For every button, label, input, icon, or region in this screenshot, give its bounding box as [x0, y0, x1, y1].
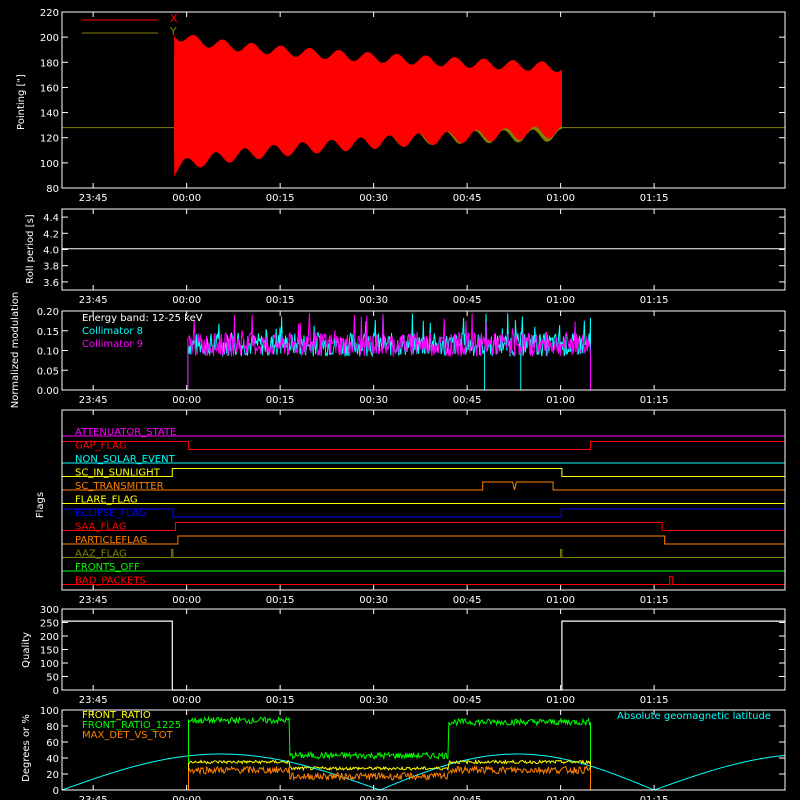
- quality-ytick-label: 100: [40, 659, 59, 670]
- roll-ytick-label: 4.0: [43, 246, 59, 257]
- pointing-xtick-label: 00:30: [359, 193, 388, 204]
- pointing-xtick-label: 01:00: [546, 193, 575, 204]
- flags-xtick-label: 00:30: [359, 595, 388, 606]
- flags-xtick-label: 01:15: [640, 595, 669, 606]
- legend-collimator9-label: Collimator 9: [82, 339, 143, 350]
- flag-label: GAP_FLAG: [75, 441, 127, 452]
- pointing-ytick-label: 120: [40, 134, 59, 145]
- flag-label: SC_IN_SUNLIGHT: [75, 468, 161, 479]
- roll-xtick-label: 23:45: [79, 295, 108, 306]
- pointing-xtick-label: 01:15: [640, 193, 669, 204]
- flags-xtick-label: 23:45: [79, 595, 108, 606]
- pointing-ytick-label: 200: [40, 33, 59, 44]
- quality-ytick-label: 250: [40, 619, 59, 630]
- ratios-xtick-label: 23:45: [79, 795, 108, 800]
- quality-xtick-label: 00:15: [266, 695, 295, 706]
- pointing-ytick-label: 100: [40, 159, 59, 170]
- figure: 23:45 00:00 00:15 00:30 00:45 01:00 01:15 80 100…: [0, 0, 800, 800]
- ratios-xtick-label: 00:15: [266, 795, 295, 800]
- quality-ytick-label: 300: [40, 605, 59, 616]
- flag-label: SAA_FLAG: [75, 522, 126, 533]
- pointing-ylabel: Pointing ["]: [16, 74, 27, 130]
- flags-xtick-label: 00:00: [172, 595, 201, 606]
- legend-y-label: Y: [169, 25, 177, 38]
- ratios-ytick-label: 20: [46, 770, 59, 781]
- modulation-xtick-label: 00:00: [172, 395, 201, 406]
- roll-xtick-label: 01:00: [546, 295, 575, 306]
- quality-ytick-label: 200: [40, 632, 59, 643]
- quality-ytick-label: 50: [46, 673, 59, 684]
- quality-ylabel: Quality: [21, 632, 32, 668]
- modulation-ytick-label: 0.00: [37, 386, 59, 397]
- ratios-xtick-label: 00:45: [453, 795, 482, 800]
- roll-xtick-label: 00:15: [266, 295, 295, 306]
- roll-ytick-label: 3.8: [43, 262, 59, 273]
- ratios-ytick-label: 60: [46, 738, 59, 749]
- flag-label: AAZ_FLAG: [75, 549, 127, 560]
- pointing-ytick-label: 80: [46, 184, 59, 195]
- flag-label: FRONTS_OFF: [75, 562, 140, 573]
- ratios-ytick-label: 0: [53, 786, 59, 797]
- quality-ytick-label: 150: [40, 646, 59, 657]
- quality-ytick-label: 0: [53, 686, 59, 697]
- pointing-xtick-label: 00:00: [172, 193, 201, 204]
- flag-label: SC_TRANSMITTER: [75, 481, 164, 492]
- ratios-ytick-label: 100: [40, 706, 59, 717]
- pointing-xtick-label: 00:45: [453, 193, 482, 204]
- quality-xtick-label: 00:30: [359, 695, 388, 706]
- flag-label: FLARE_FLAG: [75, 495, 138, 506]
- roll-ytick-label: 4.2: [43, 229, 59, 240]
- modulation-xtick-label: 23:45: [79, 395, 108, 406]
- modulation-ytick-label: 0.15: [37, 327, 59, 338]
- ratios-ytick-label: 80: [46, 722, 59, 733]
- ratios-ylabel: Degrees or %: [21, 714, 32, 782]
- modulation-annotation: Energy band: 12-25 keV: [82, 313, 203, 324]
- ratios-xtick-label: 00:30: [359, 795, 388, 800]
- flags-xtick-label: 00:15: [266, 595, 295, 606]
- ratios-xtick-label: 00:00: [172, 795, 201, 800]
- modulation-ytick-label: 0.10: [37, 347, 59, 358]
- quality-xtick-label: 00:45: [453, 695, 482, 706]
- legend-max-det: MAX_DET_VS_TOT: [82, 730, 174, 741]
- quality-xtick-label: 00:00: [172, 695, 201, 706]
- legend-x-label: X: [170, 12, 178, 25]
- modulation-ytick-label: 0.20: [37, 307, 59, 318]
- ratios-xtick-label: 01:00: [546, 795, 575, 800]
- pointing-ytick-label: 180: [40, 58, 59, 69]
- flags-xtick-label: 01:00: [546, 595, 575, 606]
- roll-ytick-label: 4.4: [43, 213, 59, 224]
- legend-geomagnetic: Absolute geomagnetic latitude: [617, 711, 771, 722]
- quality-xtick-label: 01:00: [546, 695, 575, 706]
- flag-label: ATTENUATOR_STATE: [75, 427, 176, 438]
- flag-label: BAD_PACKETS: [75, 576, 146, 587]
- modulation-xtick-label: 00:45: [453, 395, 482, 406]
- modulation-ytick-label: 0.05: [37, 366, 59, 377]
- flag-label: PARTICLEFLAG: [75, 535, 147, 546]
- roll-ylabel: Roll period [s]: [25, 214, 36, 283]
- flag-label: NON_SOLAR_EVENT: [75, 454, 176, 465]
- ratios-ytick-label: 40: [46, 754, 59, 765]
- flags-ylabel: Flags: [35, 492, 46, 518]
- pointing-xtick-label: 23:45: [79, 193, 108, 204]
- pointing-ytick-label: 140: [40, 109, 59, 120]
- modulation-ylabel: Normalized modulation: [10, 292, 21, 409]
- quality-xtick-label: 23:45: [79, 695, 108, 706]
- pointing-xtick-label: 00:15: [266, 193, 295, 204]
- roll-xtick-label: 01:15: [640, 295, 669, 306]
- roll-xtick-label: 00:00: [172, 295, 201, 306]
- flags-xtick-label: 00:45: [453, 595, 482, 606]
- legend-collimator8-label: Collimator 8: [82, 326, 143, 337]
- pointing-ytick-label: 160: [40, 83, 59, 94]
- roll-ytick-label: 3.6: [43, 278, 59, 289]
- modulation-xtick-label: 01:15: [640, 395, 669, 406]
- pointing-ytick-label: 220: [40, 8, 59, 19]
- modulation-xtick-label: 00:15: [266, 395, 295, 406]
- roll-xtick-label: 00:45: [453, 295, 482, 306]
- roll-xtick-label: 00:30: [359, 295, 388, 306]
- flag-label: ECLIPSE_FLAG: [75, 508, 146, 519]
- modulation-xtick-label: 01:00: [546, 395, 575, 406]
- ratios-xtick-label: 01:15: [640, 795, 669, 800]
- modulation-xtick-label: 00:30: [359, 395, 388, 406]
- quality-xtick-label: 01:15: [640, 695, 669, 706]
